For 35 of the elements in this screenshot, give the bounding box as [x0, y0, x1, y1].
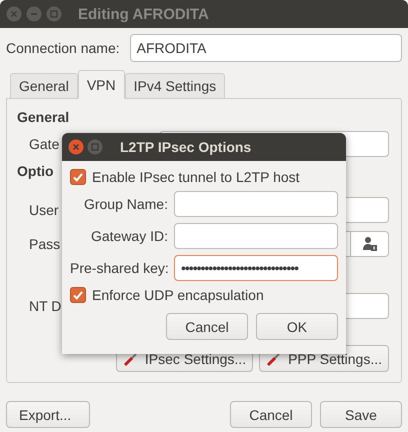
section-heading: Optio — [17, 163, 54, 179]
text-field[interactable]: •••••••••••••••••••••••••••••• — [174, 255, 338, 281]
field-label: Gateway ID: — [90, 228, 169, 244]
text-field[interactable] — [174, 223, 338, 249]
connection-name-field[interactable]: AFRODITA — [130, 34, 402, 62]
dialog-title: L2TP IPsec Options — [120, 139, 252, 155]
field-label: Group Name: — [82, 196, 169, 212]
user-info-button[interactable] — [351, 231, 389, 257]
field-label: Connection name: — [6, 40, 120, 56]
minimize-button[interactable] — [26, 6, 42, 22]
tab[interactable]: IPv4 Settings — [124, 73, 226, 99]
tab[interactable]: VPN — [78, 70, 125, 99]
section-heading: General — [17, 109, 70, 125]
checkmark-icon — [72, 289, 84, 301]
field-label: User — [29, 202, 59, 218]
dialog-button[interactable]: Cancel — [166, 313, 248, 340]
field-label: Gate — [29, 136, 60, 152]
close-button[interactable] — [68, 139, 84, 155]
maximize-button[interactable] — [46, 6, 62, 22]
enable-ipsec-checkbox[interactable]: Enable IPsec tunnel to L2TP host — [70, 169, 338, 185]
user-info-icon — [362, 236, 378, 252]
save-button[interactable]: Save — [320, 401, 402, 428]
udp-checkbox[interactable]: Enforce UDP encapsulation — [70, 287, 338, 303]
close-button[interactable] — [6, 6, 22, 22]
cancel-button[interactable]: Cancel — [230, 401, 312, 428]
field-label: NT D — [29, 298, 62, 314]
field-label: Pre-shared key: — [70, 260, 170, 276]
dialog-button[interactable]: OK — [256, 313, 338, 340]
maximize-button[interactable] — [87, 139, 103, 155]
checkmark-icon — [72, 171, 84, 183]
window-title: Editing AFRODITA — [78, 6, 209, 22]
tab[interactable]: General — [10, 73, 78, 99]
field-label: Pass — [29, 236, 60, 252]
text-field[interactable] — [174, 191, 338, 217]
export-button[interactable]: Export... — [6, 401, 90, 428]
